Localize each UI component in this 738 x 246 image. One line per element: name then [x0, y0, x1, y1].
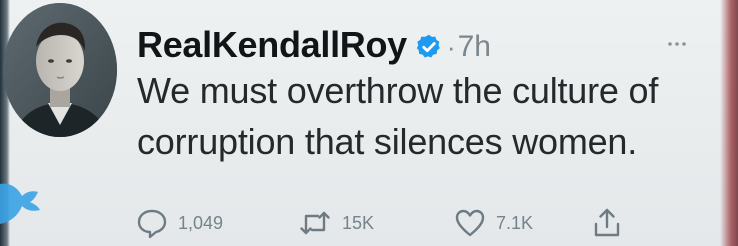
verified-badge-icon	[416, 34, 440, 58]
tweet-text-line: corruption that silences women.	[137, 121, 638, 162]
tweet-text: We must overthrow the culture of corrupt…	[137, 65, 697, 167]
avatar[interactable]	[3, 3, 117, 137]
avatar-photo	[3, 3, 117, 137]
retweet-count: 15K	[342, 212, 375, 233]
tweet-time[interactable]: 7h	[458, 30, 491, 64]
twitter-bird-icon	[0, 183, 40, 224]
share-button[interactable]	[592, 206, 622, 240]
like-button[interactable]: 7.1K	[454, 206, 533, 240]
reply-icon	[137, 209, 167, 239]
reply-button[interactable]: 1,049	[136, 206, 223, 240]
header-separator: ·	[446, 31, 456, 62]
retweet-icon	[300, 211, 330, 235]
heart-icon	[455, 209, 485, 237]
tweet-header: RealKendallRoy · 7h	[137, 20, 491, 70]
share-icon	[594, 208, 620, 237]
more-options-icon[interactable]	[667, 40, 687, 48]
screen-edge-right	[720, 0, 738, 246]
tweet-text-line: We must overthrow the culture of	[137, 70, 659, 111]
username[interactable]: RealKendallRoy	[137, 24, 407, 66]
retweet-button[interactable]: 15K	[298, 206, 374, 240]
tweet-screen: RealKendallRoy · 7h We must overthrow th…	[0, 0, 738, 246]
like-count: 7.1K	[496, 212, 534, 233]
reply-count: 1,049	[178, 212, 224, 233]
